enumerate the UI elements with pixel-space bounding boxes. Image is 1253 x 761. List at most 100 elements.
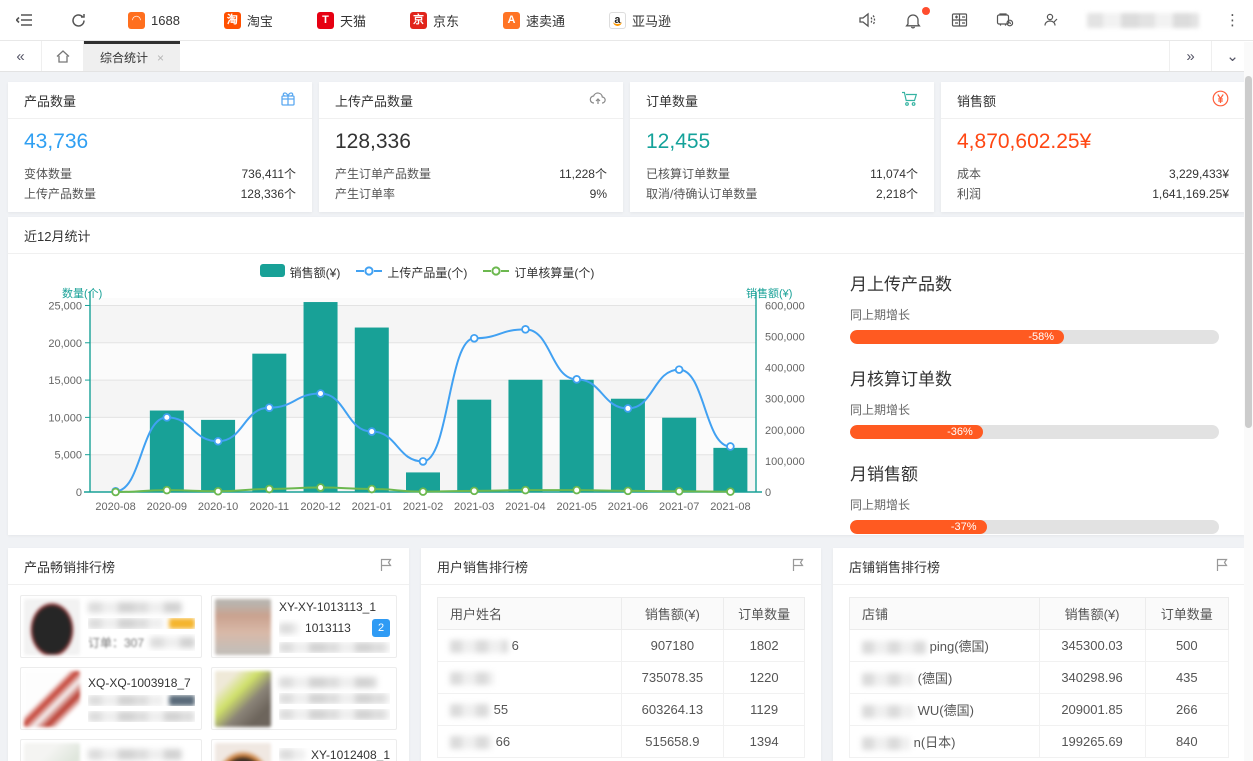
blurred-text	[279, 642, 390, 653]
platform-tab-label: 速卖通	[526, 11, 565, 30]
stat-subrow-label: 已核算订单数量	[646, 164, 730, 184]
blurred-name	[862, 641, 926, 654]
chart-legend: 销售额(¥) 上传产品量(个) 订单核算量(个)	[14, 258, 840, 286]
name-cell: WU(德国)	[850, 694, 1040, 726]
product-line2	[279, 693, 390, 704]
svg-text:2021-03: 2021-03	[454, 501, 494, 513]
product-image	[215, 599, 271, 655]
stat-cards-row: 产品数量43,736变体数量736,411个上传产品数量128,336个上传产品…	[8, 82, 1245, 204]
name-cell: 55	[438, 694, 622, 726]
table-row[interactable]: 55603264.131129	[438, 694, 805, 726]
product-image	[215, 671, 271, 727]
product-image	[24, 671, 80, 727]
flag-icon[interactable]	[791, 558, 805, 575]
product-card[interactable]: XQ-XQ-1003918_7	[20, 667, 202, 730]
megaphone-icon[interactable]	[857, 10, 877, 30]
support-icon[interactable]	[995, 10, 1015, 30]
product-line2	[88, 618, 195, 629]
platform-logo-icon: 淘	[224, 12, 241, 29]
platform-tab-亚马逊[interactable]: a亚马逊	[609, 11, 671, 30]
platform-tab-1688[interactable]: ◠1688	[128, 12, 180, 29]
blurred-text	[88, 749, 182, 760]
blurred-text	[279, 677, 377, 688]
bell-icon[interactable]	[903, 10, 923, 30]
user-table-wrap: 用户姓名销售额(¥)订单数量 69071801802 735078.351220…	[421, 585, 821, 761]
more-menu-icon[interactable]: ⋮	[1225, 18, 1239, 23]
platform-tab-速卖通[interactable]: A速卖通	[503, 11, 565, 30]
name-suffix: n(日本)	[910, 735, 956, 750]
svg-text:400,000: 400,000	[765, 363, 805, 375]
combo-chart[interactable]: 05,00010,00015,00020,00025,0000100,00020…	[14, 286, 840, 528]
legend-item-line[interactable]: 上传产品量(个)	[356, 264, 467, 281]
user-panel-title: 用户销售排行榜	[437, 557, 528, 576]
stat-card-header: 产品数量	[8, 82, 312, 119]
kpi-group: 月核算订单数同上期增长-36%	[850, 365, 1219, 439]
product-sku: XY-1012408_1	[279, 748, 390, 761]
platform-tab-天猫[interactable]: T天猫	[317, 11, 366, 30]
name-suffix: 66	[492, 734, 510, 749]
table-column-header: 销售额(¥)	[621, 598, 724, 630]
table-row[interactable]: WU(德国)209001.85266	[850, 694, 1229, 726]
table-row[interactable]: 735078.351220	[438, 662, 805, 694]
stat-card-value: 43,736	[24, 130, 296, 154]
orders-cell: 1129	[724, 694, 805, 726]
product-info: XY-1012408_1	[279, 748, 390, 761]
product-panel-title: 产品畅销排行榜	[24, 557, 115, 576]
platform-logo-icon: ◠	[128, 12, 145, 29]
tab-comprehensive-stats[interactable]: 综合统计 ×	[84, 41, 180, 71]
flag-icon[interactable]	[379, 558, 393, 575]
blurred-text	[88, 602, 182, 613]
svg-text:2021-01: 2021-01	[352, 501, 392, 513]
legend-item-bar[interactable]: 销售额(¥)	[260, 264, 341, 281]
name-cell: (德国)	[850, 662, 1040, 694]
collapse-menu-icon[interactable]	[14, 10, 34, 30]
table-row[interactable]: 69071801802	[438, 630, 805, 662]
blurred-text	[279, 709, 390, 720]
scrollbar-thumb[interactable]	[1245, 76, 1252, 428]
stat-subrow-value: 11,074个	[870, 164, 918, 184]
tab-close-icon[interactable]: ×	[157, 51, 164, 65]
apps-icon[interactable]	[949, 10, 969, 30]
blurred-text	[88, 618, 163, 629]
svg-text:500,000: 500,000	[765, 332, 805, 344]
user-icon[interactable]	[1041, 10, 1061, 30]
name-suffix: WU(德国)	[914, 703, 974, 718]
table-row[interactable]: (德国)340298.96435	[850, 662, 1229, 694]
flag-icon[interactable]	[1215, 558, 1229, 575]
product-card[interactable]: 订单：307	[20, 595, 202, 658]
home-icon[interactable]	[42, 41, 84, 71]
legend-item-line[interactable]: 订单核算量(个)	[483, 264, 594, 281]
tabs-scroll-right-icon[interactable]: »	[1169, 41, 1211, 71]
product-card[interactable]	[211, 667, 397, 730]
table-row[interactable]: n(日本)199265.69840	[850, 726, 1229, 758]
tabs-scroll-left-icon[interactable]: «	[0, 41, 42, 71]
svg-text:2020-08: 2020-08	[95, 501, 135, 513]
product-card[interactable]: XY-XY-1013113_110131132	[211, 595, 397, 658]
username-blurred[interactable]	[1087, 13, 1199, 28]
product-card[interactable]	[20, 739, 202, 761]
kpi-progress-track[interactable]: -37%	[850, 520, 1219, 534]
page-scrollbar[interactable]	[1244, 42, 1253, 761]
table-row[interactable]: ping(德国)345300.03500	[850, 630, 1229, 662]
orders-cell: 266	[1145, 694, 1228, 726]
platform-tab-京东[interactable]: 京京东	[410, 11, 459, 30]
kpi-progress-track[interactable]: -58%	[850, 330, 1219, 344]
stat-card-1: 产品数量43,736变体数量736,411个上传产品数量128,336个	[8, 82, 312, 212]
sales-cell: 199265.69	[1039, 726, 1145, 758]
svg-text:100,000: 100,000	[765, 456, 805, 468]
stat-card-header: 销售额	[941, 82, 1245, 119]
table-row[interactable]: 66515658.91394	[438, 726, 805, 758]
product-info: XY-XY-1013113_110131132	[279, 600, 390, 653]
table-column-header: 订单数量	[1145, 598, 1228, 630]
platform-tab-淘宝[interactable]: 淘淘宝	[224, 11, 273, 30]
user-ranking-panel: 用户销售排行榜 用户姓名销售额(¥)订单数量 69071801802 73507…	[421, 548, 821, 761]
stat-subrow-value: 3,229,433¥	[1169, 164, 1229, 184]
stat-subrow-label: 产生订单率	[335, 184, 395, 204]
refresh-icon[interactable]	[68, 10, 88, 30]
name-suffix: (德国)	[914, 671, 952, 686]
product-card[interactable]: XY-1012408_1	[211, 739, 397, 761]
svg-text:0: 0	[76, 487, 82, 499]
svg-text:2020-11: 2020-11	[250, 501, 290, 513]
highlight-block	[169, 618, 195, 629]
kpi-progress-track[interactable]: -36%	[850, 425, 1219, 439]
